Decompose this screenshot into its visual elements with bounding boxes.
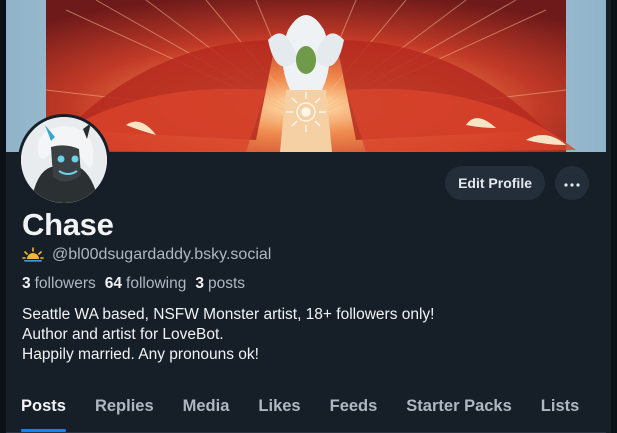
posts-count: 3 bbox=[195, 275, 204, 292]
handle-row: @bl00dsugardaddy.bsky.social bbox=[22, 246, 271, 264]
tab-lists[interactable]: Lists bbox=[526, 388, 594, 432]
followers-label: followers bbox=[34, 275, 96, 292]
followers-link[interactable]: 3 followers bbox=[22, 275, 96, 293]
edit-profile-button[interactable]: Edit Profile bbox=[445, 166, 545, 200]
posts-label: posts bbox=[207, 275, 246, 292]
profile-bio: Seattle WA based, NSFW Monster artist, 1… bbox=[22, 305, 435, 365]
bio-line: Happily married. Any pronouns ok! bbox=[22, 346, 259, 363]
profile-actions: Edit Profile bbox=[445, 166, 589, 200]
profile-stats: 3 followers 64 following 3 posts bbox=[22, 275, 245, 293]
followers-count: 3 bbox=[22, 275, 31, 292]
tab-media[interactable]: Media bbox=[168, 388, 244, 432]
tab-posts[interactable]: Posts bbox=[6, 388, 80, 432]
tab-feeds[interactable]: Feeds bbox=[315, 388, 392, 432]
window-border-right bbox=[611, 0, 617, 433]
ellipsis-icon bbox=[564, 174, 580, 192]
tab-starter-packs[interactable]: Starter Packs bbox=[391, 388, 526, 432]
avatar[interactable] bbox=[18, 114, 110, 206]
bio-line: Seattle WA based, NSFW Monster artist, 1… bbox=[22, 306, 435, 323]
following-count: 64 bbox=[104, 275, 123, 292]
following-link[interactable]: 64 following bbox=[105, 275, 187, 293]
more-options-button[interactable] bbox=[555, 166, 589, 200]
handle[interactable]: @bl00dsugardaddy.bsky.social bbox=[52, 246, 271, 264]
sunrise-icon bbox=[22, 247, 44, 263]
tab-replies[interactable]: Replies bbox=[80, 388, 168, 432]
bio-line: Author and artist for LoveBot. bbox=[22, 326, 224, 343]
tab-likes[interactable]: Likes bbox=[243, 388, 314, 432]
profile-tabs: Posts Replies Media Likes Feeds Starter … bbox=[6, 388, 606, 433]
display-name: Chase bbox=[22, 207, 114, 242]
posts-stat: 3 posts bbox=[195, 275, 245, 293]
following-label: following bbox=[126, 275, 187, 292]
